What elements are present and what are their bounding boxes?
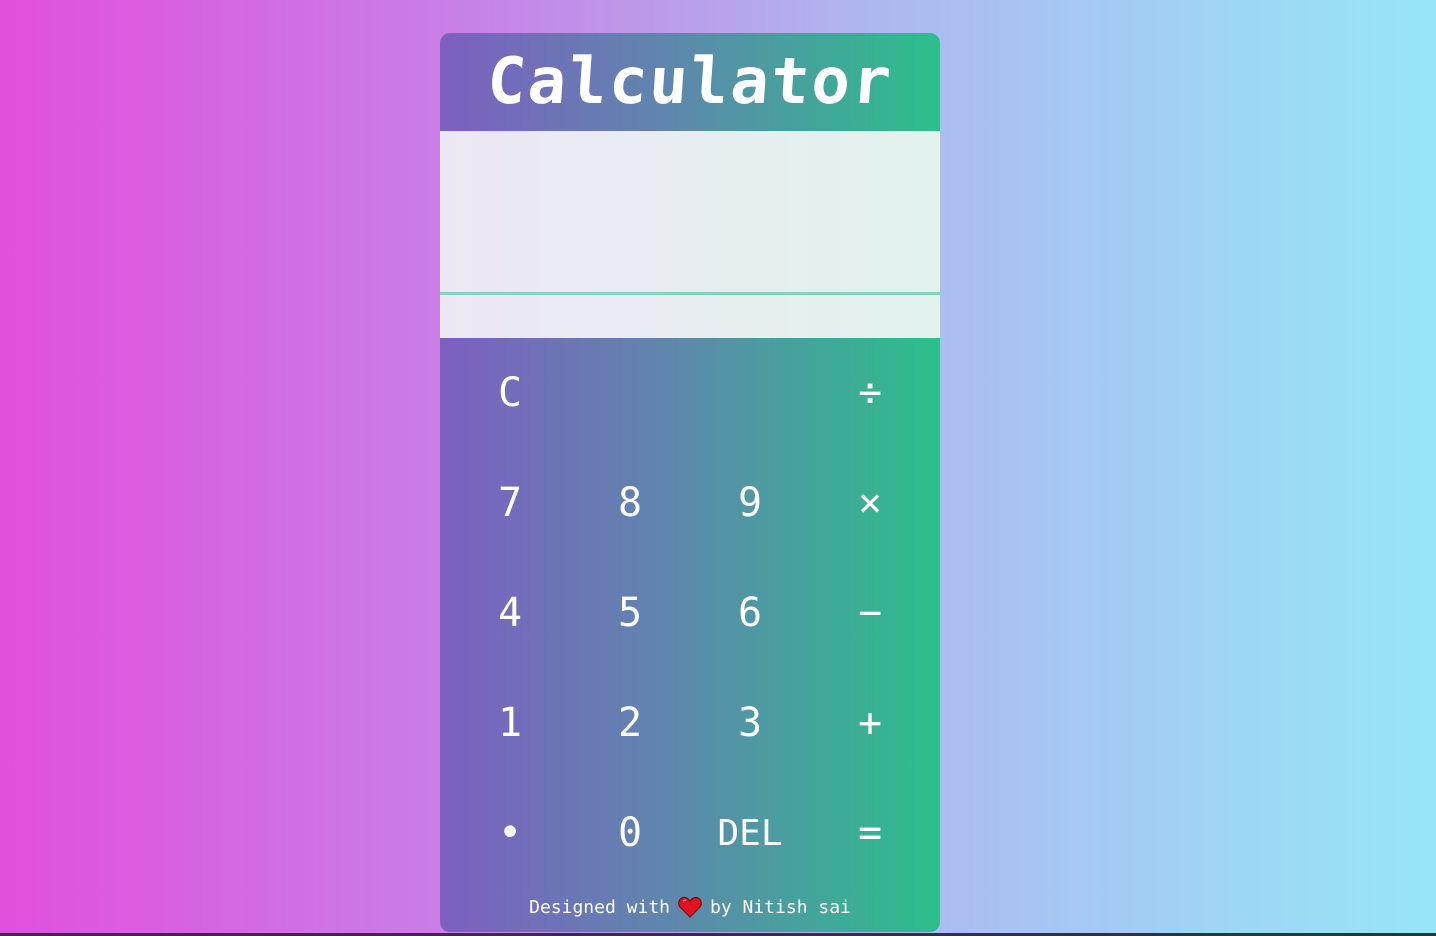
decimal-button[interactable]: •: [450, 778, 570, 888]
clear-button[interactable]: C: [450, 338, 570, 448]
keypad: C ÷ 7 8 9 × 4 5 6− 1 2 3 + • 0 DEL =: [440, 338, 940, 888]
footer: Designed with by Nitish sai: [440, 896, 940, 918]
equals-button[interactable]: =: [810, 778, 930, 888]
divide-button[interactable]: ÷: [810, 338, 930, 448]
digit-4-button[interactable]: 4: [450, 558, 570, 668]
heart-icon: [678, 896, 702, 918]
current-operand: [440, 295, 940, 338]
calculator: Calculator C ÷ 7 8 9 × 4 5 6− 1 2 3 + • 0 DEL = Designed…: [440, 33, 940, 932]
add-button[interactable]: +: [810, 668, 930, 778]
multiply-button[interactable]: ×: [810, 448, 930, 558]
digit-6-button[interactable]: 6: [690, 558, 810, 668]
digit-2-button[interactable]: 2: [570, 668, 690, 778]
blank-key: [690, 338, 810, 448]
digit-9-button[interactable]: 9: [690, 448, 810, 558]
previous-operand: [440, 131, 940, 292]
subtract-button[interactable]: −: [810, 558, 930, 668]
calculator-title: Calculator: [484, 45, 896, 119]
footer-suffix: by Nitish sai: [710, 896, 851, 918]
display-panel: [440, 131, 940, 338]
digit-1-button[interactable]: 1: [450, 668, 570, 778]
digit-3-button[interactable]: 3: [690, 668, 810, 778]
digit-0-button[interactable]: 0: [570, 778, 690, 888]
digit-5-button[interactable]: 5: [570, 558, 690, 668]
delete-button[interactable]: DEL: [690, 778, 810, 888]
footer-prefix: Designed with: [529, 896, 670, 918]
digit-8-button[interactable]: 8: [570, 448, 690, 558]
digit-7-button[interactable]: 7: [450, 448, 570, 558]
blank-key: [570, 338, 690, 448]
